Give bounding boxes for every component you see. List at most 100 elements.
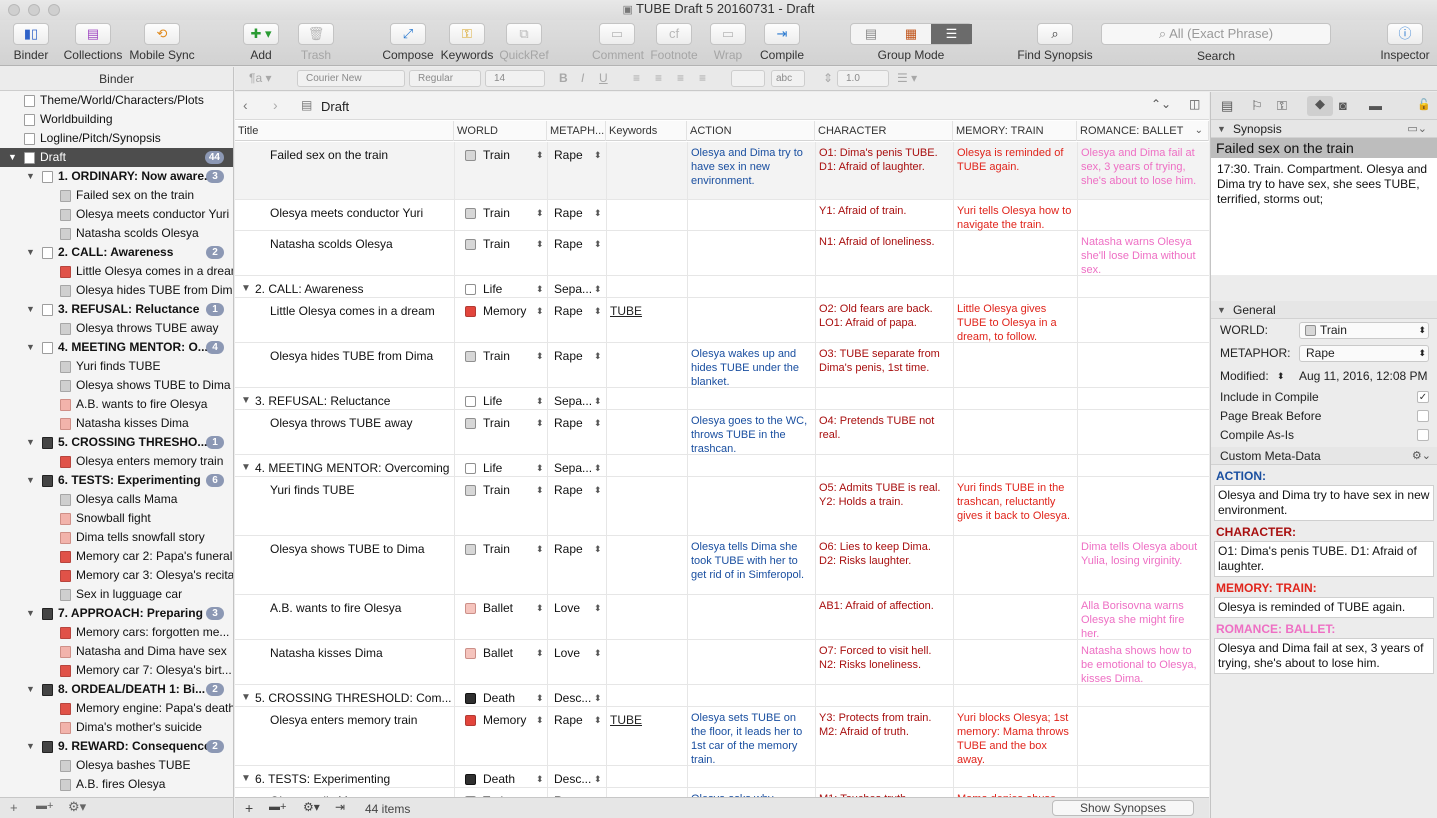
stepper-icon[interactable]: ⬍ bbox=[536, 713, 544, 727]
bold-button[interactable]: B bbox=[559, 71, 568, 85]
binder-item[interactable]: Olesya shows TUBE to Dima bbox=[0, 376, 233, 395]
stepper-icon[interactable]: ⬍ bbox=[594, 237, 602, 251]
outliner-row[interactable]: Olesya meets conductor Yuri Train ⬍ Rape ⬍ Y1… bbox=[235, 200, 1209, 231]
character-cell[interactable]: AB1: Afraid of affection. bbox=[819, 599, 951, 613]
binder-item[interactable]: Theme/World/Characters/Plots bbox=[0, 91, 233, 110]
binder-item[interactable]: ▼ 1. ORDINARY: Now aware... 3 bbox=[0, 167, 233, 186]
disclosure-triangle-icon[interactable]: ▼ bbox=[26, 604, 36, 623]
world-value[interactable]: Ballet bbox=[483, 601, 513, 615]
world-value[interactable]: Memory bbox=[483, 304, 526, 318]
outliner-row[interactable]: Little Olesya comes in a dream Memory ⬍ Rap… bbox=[235, 298, 1209, 343]
binder-item[interactable]: ▼ 3. REFUSAL: Reluctance 1 bbox=[0, 300, 233, 319]
bookmark-tab-icon[interactable]: ⚐ bbox=[1251, 98, 1263, 114]
stepper-icon[interactable]: ⬍ bbox=[536, 772, 544, 786]
stepper-icon[interactable]: ⬍ bbox=[536, 349, 544, 363]
metaphor-value[interactable]: Rape bbox=[554, 206, 583, 220]
stepper-icon[interactable]: ⬍ bbox=[594, 148, 602, 162]
show-synopses-button[interactable]: Show Synopses bbox=[1052, 800, 1194, 816]
font-style-select[interactable]: Regular bbox=[409, 70, 481, 87]
find-synopsis-button[interactable]: ⌕ Find Synopsis bbox=[1016, 20, 1094, 66]
metaphor-value[interactable]: Rape bbox=[554, 304, 583, 318]
gear-icon[interactable]: ⚙▾ bbox=[303, 800, 320, 814]
metaphor-value[interactable]: Rape bbox=[554, 713, 583, 727]
world-value[interactable]: Train bbox=[483, 416, 510, 430]
world-select[interactable]: Train ⬍ bbox=[1299, 322, 1429, 339]
compile-button[interactable]: ⇥ Compile bbox=[758, 20, 806, 66]
align-right-icon[interactable]: ≡ bbox=[677, 71, 684, 85]
action-cell[interactable]: Olesya goes to the WC, throws TUBE in th… bbox=[691, 414, 813, 456]
binder-item[interactable]: Natasha and Dima have sex bbox=[0, 642, 233, 661]
stepper-icon[interactable]: ⬍ bbox=[536, 483, 544, 497]
corkboard-mode-icon[interactable]: ▦ bbox=[891, 24, 931, 44]
world-value[interactable]: Train bbox=[483, 483, 510, 497]
outliner-folder-row[interactable]: ▼ 5. CROSSING THRESHOLD: Com... Death ⬍ Desc… bbox=[235, 685, 1209, 707]
nav-title[interactable]: Draft bbox=[321, 99, 349, 114]
binder-item[interactable]: Memory car 7: Olesya's birt... bbox=[0, 661, 233, 680]
stepper-icon[interactable]: ⬍ bbox=[536, 282, 544, 296]
disclosure-triangle-icon[interactable]: ▼ bbox=[26, 300, 36, 319]
gear-icon[interactable]: ⚙⌄ bbox=[1412, 447, 1431, 465]
stepper-icon[interactable]: ⬍ bbox=[594, 691, 602, 705]
world-value[interactable]: Train bbox=[483, 349, 510, 363]
metaphor-value[interactable]: Rape bbox=[554, 483, 583, 497]
outliner-mode-icon[interactable]: ☰ bbox=[931, 24, 972, 44]
outliner-row[interactable]: Olesya shows TUBE to Dima Train ⬍ Rape ⬍ Oles… bbox=[235, 536, 1209, 595]
collections-button[interactable]: ▤ Collections bbox=[62, 20, 124, 66]
binder-item[interactable]: Natasha kisses Dima bbox=[0, 414, 233, 433]
column-header[interactable]: CHARACTER bbox=[815, 121, 953, 141]
action-cell[interactable]: Olesya sets TUBE on the floor, it leads … bbox=[691, 711, 813, 767]
binder-item[interactable]: ▼ 9. REWARD: Consequences 2 bbox=[0, 737, 233, 756]
inspector-button[interactable]: ⓘ Inspector bbox=[1378, 20, 1432, 66]
character-cell[interactable]: Y1: Afraid of train. bbox=[819, 204, 951, 218]
binder-item[interactable]: Worldbuilding bbox=[0, 110, 233, 129]
action-cell[interactable]: Olesya and Dima try to have sex in new e… bbox=[691, 146, 813, 188]
column-header[interactable]: ACTION bbox=[687, 121, 815, 141]
outliner-folder-row[interactable]: ▼ 6. TESTS: Experimenting Death ⬍ Desc... ⬍ bbox=[235, 766, 1209, 788]
metaphor-value[interactable]: Desc... bbox=[554, 772, 591, 786]
column-header[interactable]: Keywords bbox=[606, 121, 687, 141]
keyword-tag[interactable]: TUBE bbox=[610, 713, 642, 727]
outliner-row[interactable]: Failed sex on the train Train ⬍ Rape ⬍ Olesya… bbox=[235, 142, 1209, 200]
character-cell[interactable]: O1: Dima's penis TUBE. D1: Afraid of lau… bbox=[819, 146, 951, 174]
disclosure-triangle-icon[interactable]: ▼ bbox=[241, 772, 251, 786]
romance-cell[interactable]: Natasha shows how to be emotional to Ole… bbox=[1081, 644, 1205, 686]
disclosure-triangle-icon[interactable]: ▼ bbox=[241, 394, 251, 408]
binder-item[interactable]: Memory cars: forgotten me... bbox=[0, 623, 233, 642]
binder-item[interactable]: Olesya hides TUBE from Dima bbox=[0, 281, 233, 300]
metaphor-value[interactable]: Rape bbox=[554, 349, 583, 363]
gear-icon[interactable]: ⚙▾ bbox=[68, 799, 86, 815]
world-value[interactable]: Train bbox=[483, 206, 510, 220]
disclosure-triangle-icon[interactable]: ▼ bbox=[26, 471, 36, 490]
action-cell[interactable]: Olesya tells Dima she took TUBE with her… bbox=[691, 540, 813, 582]
character-cell[interactable]: O2: Old fears are back. LO1: Afraid of p… bbox=[819, 302, 951, 330]
column-header[interactable]: Title bbox=[235, 121, 454, 141]
binder-item[interactable]: Olesya bashes TUBE bbox=[0, 756, 233, 775]
minimize-window-button[interactable] bbox=[28, 4, 40, 16]
disclosure-triangle-icon[interactable]: ▼ bbox=[241, 282, 251, 296]
character-cell[interactable]: O6: Lies to keep Dima. D2: Risks laughte… bbox=[819, 540, 951, 568]
binder-item[interactable]: Olesya enters memory train bbox=[0, 452, 233, 471]
binder-item[interactable]: Memory engine: Papa's death bbox=[0, 699, 233, 718]
general-header[interactable]: ▼ General bbox=[1211, 301, 1437, 319]
binder-item[interactable]: Memory car 3: Olesya's recital bbox=[0, 566, 233, 585]
stepper-icon[interactable]: ⬍ bbox=[594, 461, 602, 475]
stepper-icon[interactable]: ⬍ bbox=[536, 237, 544, 251]
memory-cell[interactable]: Yuri finds TUBE in the trashcan, relucta… bbox=[957, 481, 1075, 523]
stepper-icon[interactable]: ⬍ bbox=[536, 206, 544, 220]
binder-item[interactable]: ▼ 5. CROSSING THRESHO... 1 bbox=[0, 433, 233, 452]
stepper-icon[interactable]: ⬍ bbox=[536, 601, 544, 615]
lock-icon[interactable]: 🔓 bbox=[1417, 98, 1431, 111]
world-value[interactable]: Memory bbox=[483, 713, 526, 727]
align-left-icon[interactable]: ≡ bbox=[633, 71, 640, 85]
memory-cell[interactable]: Little Olesya gives TUBE to Olesya in a … bbox=[957, 302, 1075, 344]
add-item-icon[interactable]: + bbox=[245, 800, 253, 816]
binder-button[interactable]: ▮▯ Binder bbox=[8, 20, 54, 66]
stepper-icon[interactable]: ⬍ bbox=[594, 349, 602, 363]
outliner-folder-row[interactable]: ▼ 3. REFUSAL: Reluctance Life ⬍ Sepa... ⬍ bbox=[235, 388, 1209, 410]
metaphor-value[interactable]: Rape bbox=[554, 237, 583, 251]
binder-item[interactable]: Little Olesya comes in a dream bbox=[0, 262, 233, 281]
stepper-icon[interactable]: ⬍ bbox=[594, 483, 602, 497]
stepper-icon[interactable]: ⬍ bbox=[536, 148, 544, 162]
memory-cell[interactable]: Yuri blocks Olesya; 1st memory: Mama thr… bbox=[957, 711, 1075, 767]
outliner-folder-row[interactable]: ▼ 2. CALL: Awareness Life ⬍ Sepa... ⬍ bbox=[235, 276, 1209, 298]
